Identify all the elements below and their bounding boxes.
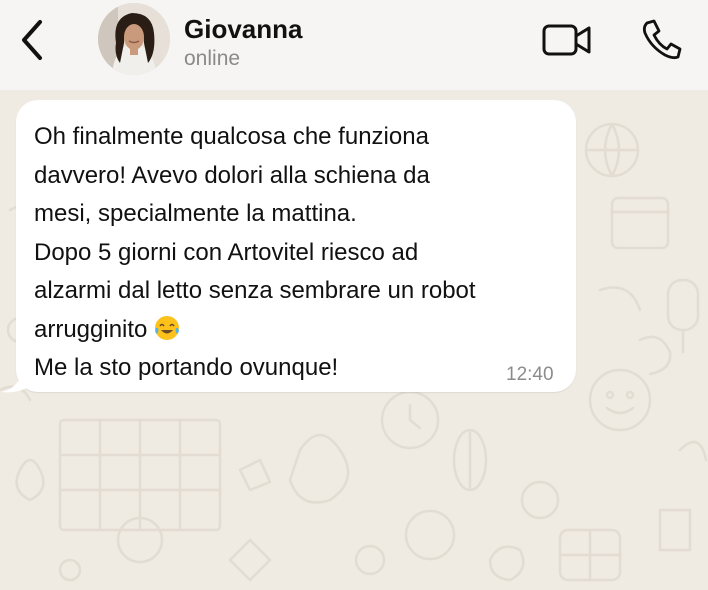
message-text: Oh finalmente qualcosa che funziona davv… (34, 118, 564, 388)
avatar[interactable] (98, 3, 170, 75)
message-timestamp: 12:40 (506, 364, 554, 385)
phone-icon (642, 19, 682, 60)
back-chevron-icon (22, 20, 42, 60)
message-line: alzarmi dal letto senza sembrare un robo… (34, 277, 476, 304)
message-line: arrugginito (34, 315, 148, 343)
contact-name[interactable]: Giovanna (184, 14, 302, 45)
back-button[interactable] (14, 18, 50, 62)
voice-call-button[interactable] (636, 16, 686, 62)
message-line: Dopo 5 giorni con Artovitel riesco ad (34, 238, 419, 266)
face-with-tears-of-joy-icon (155, 315, 180, 340)
message-line: mesi, specialmente la mattina. (34, 200, 357, 227)
bubble-tail (0, 364, 30, 393)
chat-header: Giovanna online (0, 0, 708, 90)
message-line: davvero! Avevo dolori alla schiena da (34, 161, 430, 189)
message-line: Oh finalmente qualcosa che funziona (34, 123, 429, 150)
video-call-button[interactable] (540, 20, 594, 60)
contact-status: online (184, 47, 241, 70)
avatar-photo (98, 3, 170, 75)
message-line: Me la sto portando ovunque! (34, 354, 339, 381)
video-call-icon (542, 24, 591, 56)
